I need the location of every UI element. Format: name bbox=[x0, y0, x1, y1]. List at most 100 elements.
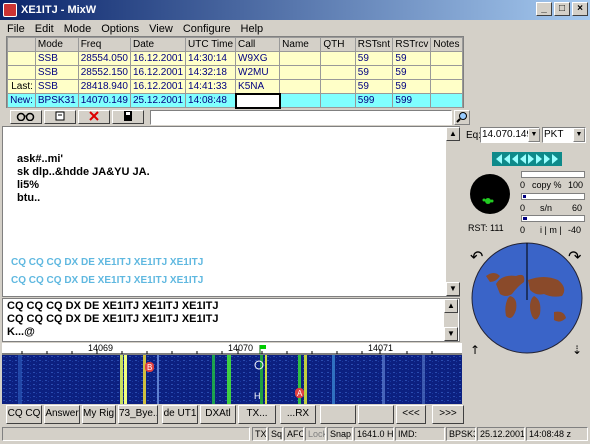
menu-mode[interactable]: Mode bbox=[59, 23, 97, 35]
cell-rstrcv[interactable]: 59 bbox=[392, 65, 432, 80]
cell-rstrcv[interactable]: 59 bbox=[392, 51, 432, 66]
cell-notes[interactable] bbox=[430, 51, 463, 66]
binoculars-button[interactable] bbox=[10, 110, 42, 124]
col-header-date[interactable]: Date bbox=[129, 37, 187, 52]
scroll-up-arrow[interactable]: ▲ bbox=[444, 299, 458, 313]
cell-name[interactable] bbox=[279, 93, 322, 108]
cell-utc[interactable]: 14:32:18 bbox=[185, 65, 237, 80]
search-button[interactable] bbox=[454, 110, 470, 125]
status-squelch[interactable]: Sq bbox=[268, 427, 283, 441]
cell-freq[interactable]: 28418.940 bbox=[77, 79, 131, 94]
rotate-left-icon[interactable]: ↶ bbox=[470, 247, 483, 266]
cell-date[interactable]: 16.12.2001 bbox=[129, 51, 187, 66]
status-tx[interactable]: TX bbox=[252, 427, 267, 441]
tx-scrollbar[interactable]: ▲ ▼ bbox=[444, 299, 458, 341]
maximize-button[interactable]: □ bbox=[554, 2, 570, 16]
transmit-text-pane[interactable]: CQ CQ CQ DX DE XE1ITJ XE1ITJ XE1ITJ CQ C… bbox=[2, 298, 460, 342]
cell-rstrcv[interactable]: 599 bbox=[392, 93, 432, 108]
scroll-up-arrow[interactable]: ▲ bbox=[446, 127, 460, 141]
macro-answer-button[interactable]: Answer bbox=[44, 405, 80, 424]
cell-freq[interactable]: 14070.149 bbox=[77, 93, 131, 108]
cell-name[interactable] bbox=[279, 79, 322, 94]
table-row[interactable]: SSB 28554.050 16.12.2001 14:30:14 W9XG 5… bbox=[7, 51, 463, 66]
arrow-down-dashed-icon[interactable]: ⇣ bbox=[572, 343, 582, 357]
col-header-utc[interactable]: UTC Time bbox=[185, 37, 237, 52]
cell-call[interactable]: W2MU bbox=[235, 65, 281, 80]
cell-mode[interactable]: BPSK31 bbox=[34, 93, 79, 108]
cell-rstsnt[interactable]: 599 bbox=[354, 93, 394, 108]
cell-mode[interactable]: SSB bbox=[34, 65, 79, 80]
macro-next-page-button[interactable]: >>> bbox=[432, 405, 464, 424]
status-mode[interactable]: BPSK31 bbox=[446, 427, 476, 441]
world-map-globe[interactable]: ↶ ↷ ↑ ⇣ bbox=[466, 236, 588, 358]
table-row-new[interactable]: New: BPSK31 14070.149 25.12.2001 14:08:4… bbox=[7, 92, 463, 109]
scroll-down-arrow[interactable]: ▼ bbox=[446, 282, 460, 296]
cell-date[interactable]: 16.12.2001 bbox=[129, 79, 187, 94]
menu-options[interactable]: Options bbox=[96, 23, 144, 35]
cell-rstsnt[interactable]: 59 bbox=[354, 79, 394, 94]
close-button[interactable]: × bbox=[572, 2, 588, 16]
col-header-rstsnt[interactable]: RSTsnt bbox=[354, 37, 394, 52]
macro-my-rig-button[interactable]: My Rig.. bbox=[82, 405, 116, 424]
col-header-rstrcv[interactable]: RSTrcv bbox=[392, 37, 432, 52]
tune-arrows-button[interactable] bbox=[492, 152, 562, 166]
macro-73-bye-button[interactable]: 73_Bye... bbox=[118, 405, 158, 424]
col-header-notes[interactable]: Notes bbox=[430, 37, 463, 52]
call-input[interactable] bbox=[234, 92, 281, 109]
menu-edit[interactable]: Edit bbox=[30, 23, 59, 35]
cell-name[interactable] bbox=[279, 65, 322, 80]
cell-notes[interactable] bbox=[430, 65, 463, 80]
cell-date[interactable]: 25.12.2001 bbox=[129, 93, 187, 108]
rotate-right-icon[interactable]: ↷ bbox=[568, 247, 582, 266]
waterfall-display[interactable]: B A H bbox=[2, 355, 462, 404]
cell-qth[interactable] bbox=[320, 51, 356, 66]
col-header-call[interactable]: Call bbox=[235, 37, 281, 52]
macro-rx-button[interactable]: ...RX bbox=[280, 405, 316, 424]
save-button[interactable] bbox=[112, 110, 144, 124]
frequency-ruler[interactable]: 14069 14070 14071 bbox=[2, 343, 462, 355]
cell-mode[interactable]: SSB bbox=[34, 79, 79, 94]
rx-scrollbar[interactable]: ▲ ▼ bbox=[446, 127, 460, 296]
cell-utc[interactable]: 14:30:14 bbox=[185, 51, 237, 66]
new-entry-button[interactable] bbox=[44, 110, 76, 124]
col-header-name[interactable]: Name bbox=[279, 37, 322, 52]
cell-freq[interactable]: 28554.050 bbox=[77, 51, 131, 66]
status-snap[interactable]: Snap bbox=[327, 427, 353, 441]
cell-call[interactable]: W9XG bbox=[235, 51, 281, 66]
menu-configure[interactable]: Configure bbox=[178, 23, 236, 35]
table-row[interactable]: SSB 28552.150 16.12.2001 14:32:18 W2MU 5… bbox=[7, 65, 463, 80]
cell-qth[interactable] bbox=[320, 79, 356, 94]
cell-mode[interactable]: SSB bbox=[34, 51, 79, 66]
cell-qth[interactable] bbox=[320, 65, 356, 80]
cell-utc[interactable]: 14:08:48 bbox=[185, 93, 237, 108]
cell-date[interactable]: 16.12.2001 bbox=[129, 65, 187, 80]
macro-dxatl-button[interactable]: DXAtl bbox=[200, 405, 236, 424]
arrow-up-icon[interactable]: ↑ bbox=[470, 343, 480, 357]
cell-qth[interactable] bbox=[320, 93, 356, 108]
cell-notes[interactable] bbox=[430, 79, 463, 94]
cell-rstsnt[interactable]: 59 bbox=[354, 65, 394, 80]
macro-tx-button[interactable]: TX... bbox=[238, 405, 276, 424]
macro-cq-button[interactable]: CQ CQ bbox=[6, 405, 42, 424]
macro-empty-button[interactable] bbox=[358, 405, 394, 424]
receive-text-pane[interactable]: ask#..mi' sk dlp..&hdde JA&YU JA. li5% b… bbox=[2, 126, 460, 297]
scroll-down-arrow[interactable]: ▼ bbox=[444, 327, 458, 341]
table-row[interactable]: Last: SSB 28418.940 16.12.2001 14:41:33 … bbox=[7, 79, 463, 94]
status-afc[interactable]: AFC bbox=[284, 427, 304, 441]
chevron-down-icon[interactable]: ▼ bbox=[573, 128, 585, 142]
macro-empty-button[interactable] bbox=[320, 405, 356, 424]
cell-freq[interactable]: 28552.150 bbox=[77, 65, 131, 80]
menu-view[interactable]: View bbox=[144, 23, 178, 35]
col-header-freq[interactable]: Freq bbox=[77, 37, 131, 52]
delete-button[interactable] bbox=[78, 110, 110, 124]
status-lock[interactable]: Lock bbox=[305, 427, 326, 441]
log-search-input[interactable] bbox=[150, 110, 452, 125]
menu-file[interactable]: File bbox=[2, 23, 30, 35]
chevron-down-icon[interactable]: ▼ bbox=[528, 128, 540, 142]
cell-call[interactable]: K5NA bbox=[235, 79, 281, 94]
cell-notes[interactable] bbox=[430, 93, 463, 108]
macro-prev-page-button[interactable]: <<< bbox=[396, 405, 426, 424]
col-header-mode[interactable]: Mode bbox=[34, 37, 79, 52]
cell-rstrcv[interactable]: 59 bbox=[392, 79, 432, 94]
cell-rstsnt[interactable]: 59 bbox=[354, 51, 394, 66]
